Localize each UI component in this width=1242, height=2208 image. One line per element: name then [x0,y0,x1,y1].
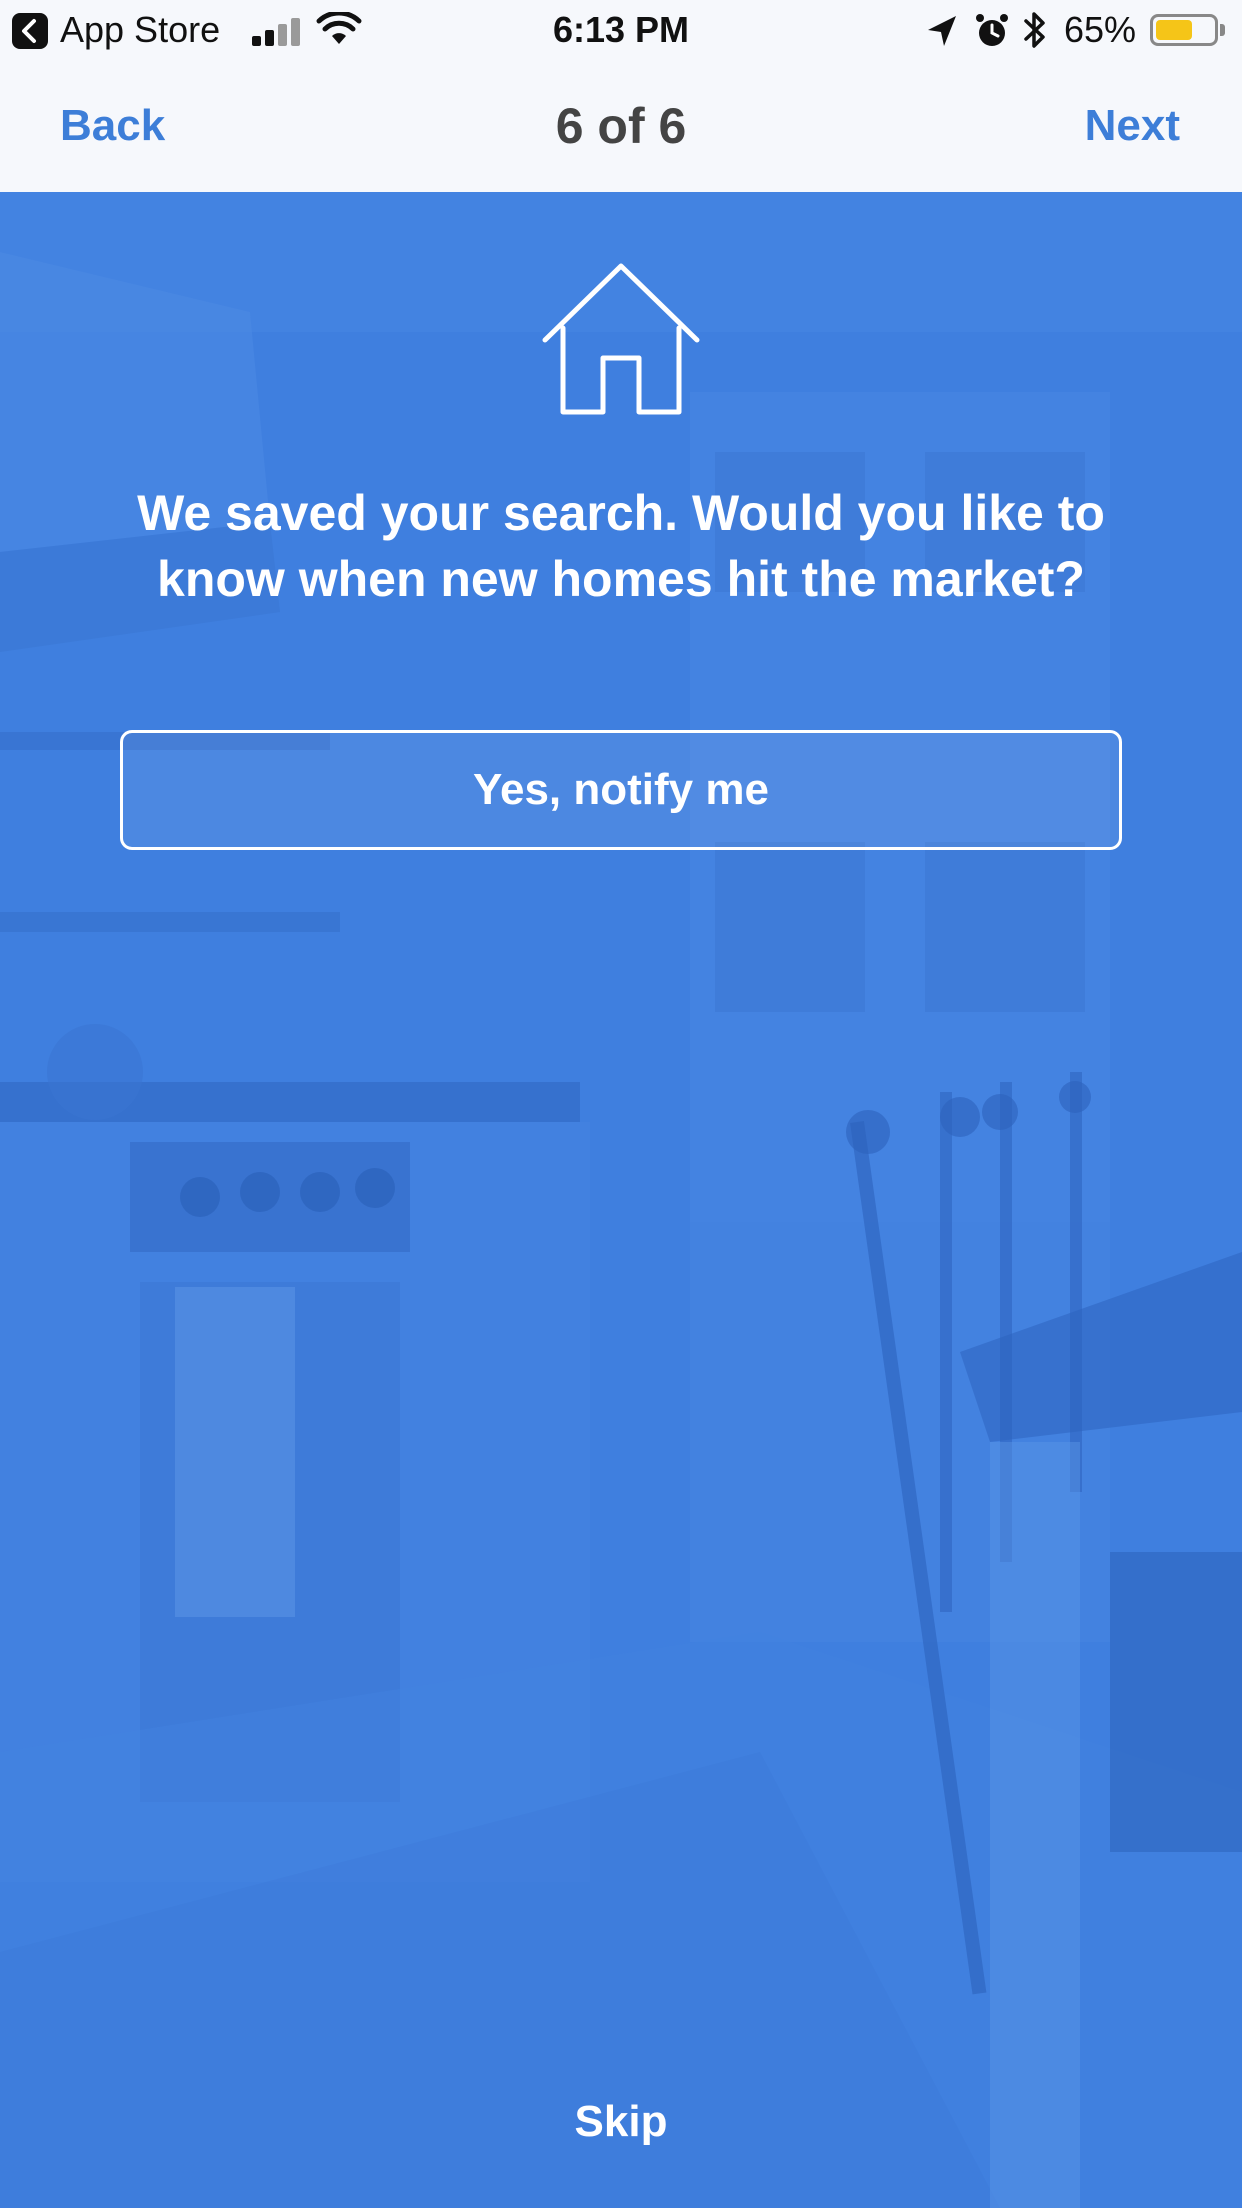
hero-panel: We saved your search. Would you like to … [0,192,1242,2208]
house-icon [542,263,700,415]
location-icon [928,16,956,46]
skip-button[interactable]: Skip [0,2094,1242,2150]
bluetooth-icon [1024,12,1045,48]
battery-icon [1150,14,1218,46]
step-indicator: 6 of 6 [555,98,687,154]
clock-time: 6:13 PM [552,9,690,50]
notify-me-button[interactable]: Yes, notify me [120,730,1122,850]
navigation-bar: Back 6 of 6 Next [0,62,1242,192]
next-button[interactable]: Next [1085,100,1180,152]
alarm-icon [976,14,1008,46]
battery-tip [1220,24,1225,36]
battery-level-fill [1156,20,1192,40]
onboarding-screen: App Store 6:13 PM 65% Back 6 of 6 Next W… [0,0,1242,2208]
battery-percentage: 65% [1064,9,1137,50]
status-bar: App Store 6:13 PM 65% [0,0,1242,62]
saved-search-message: We saved your search. Would you like to … [137,485,1105,607]
